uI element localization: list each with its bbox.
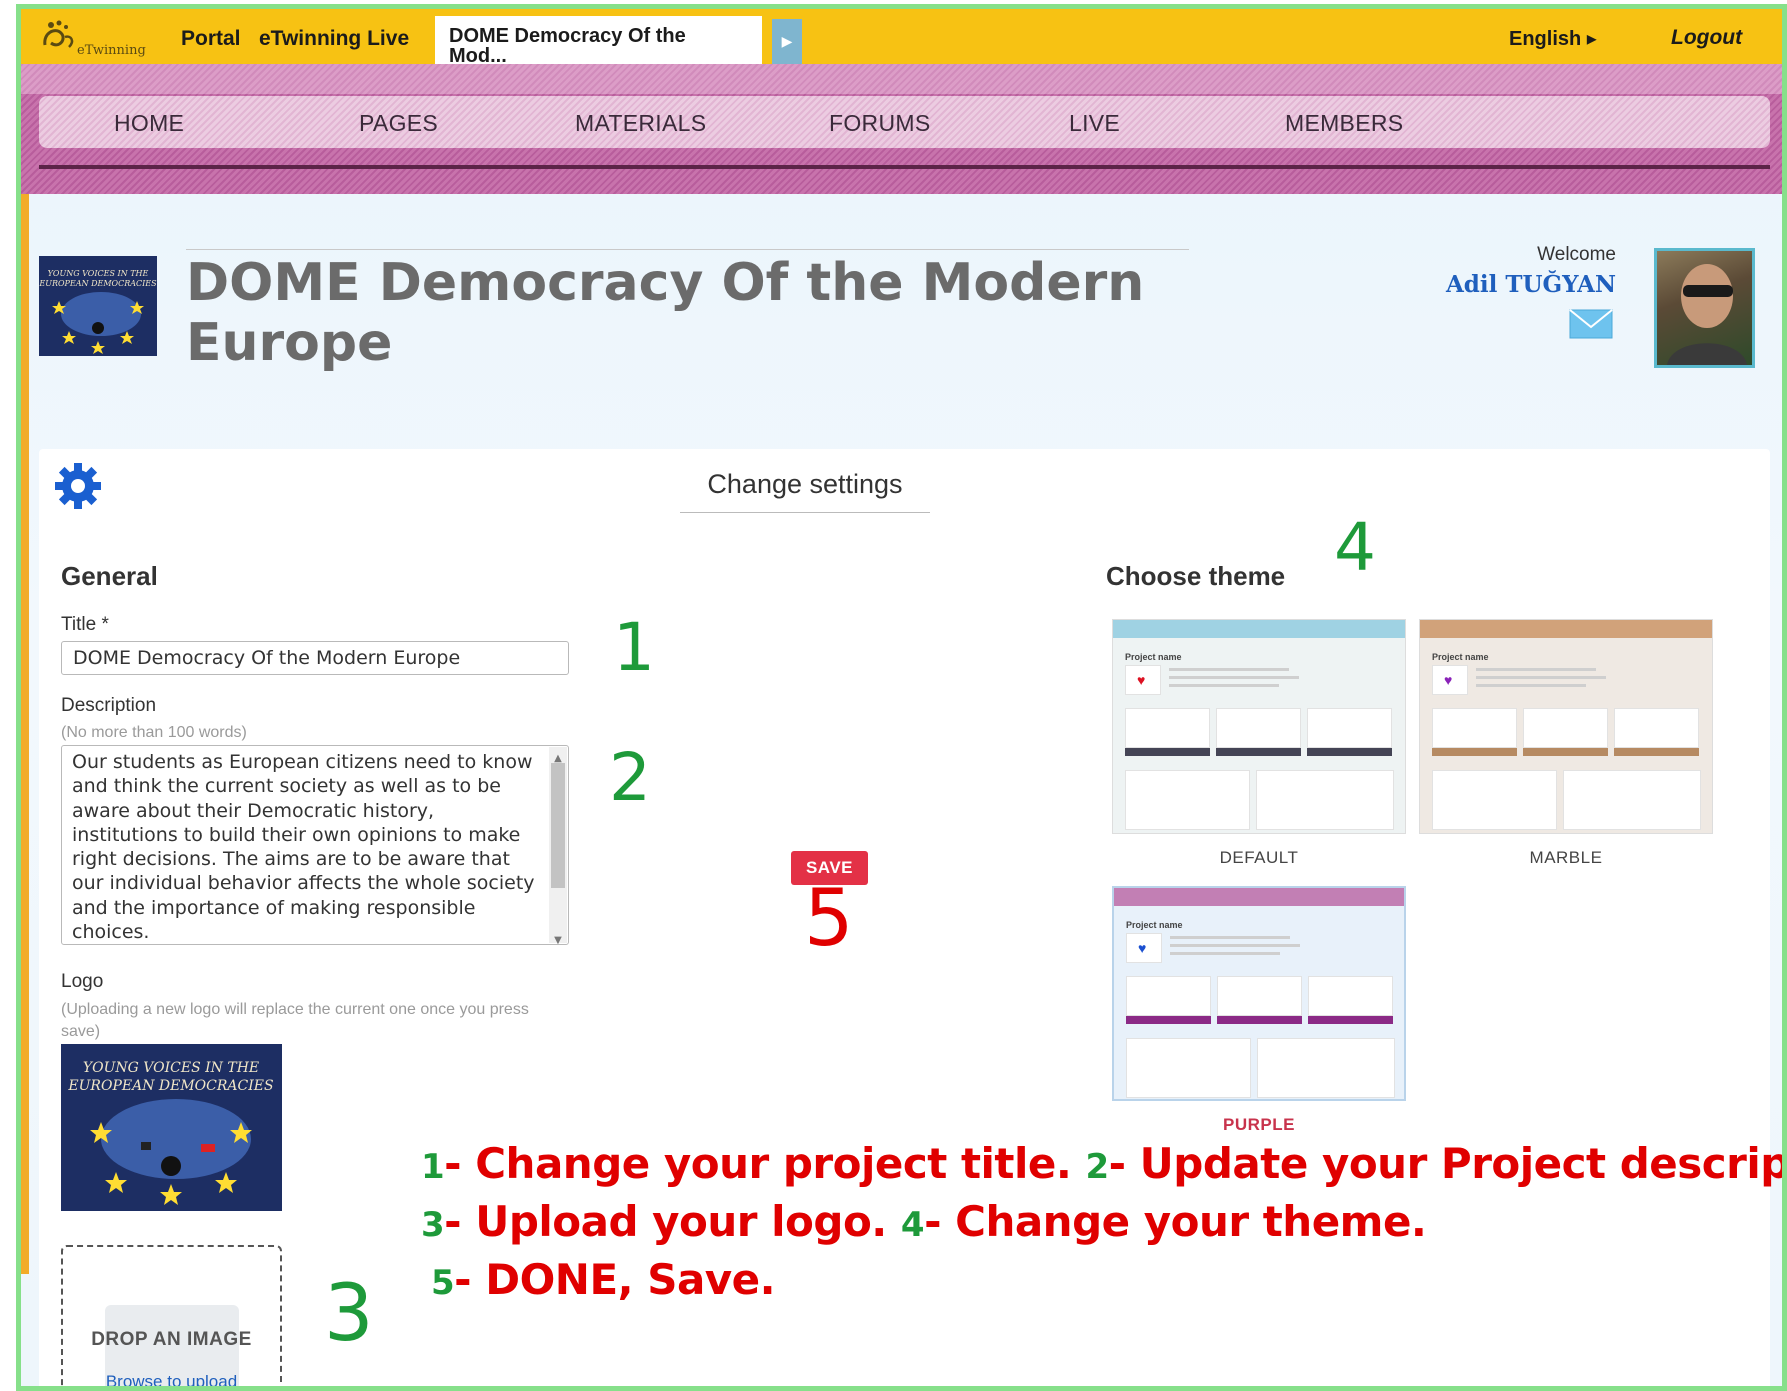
step-number-4: 4	[1334, 509, 1376, 586]
general-heading: General	[61, 561, 158, 591]
image-drop-zone[interactable]: DROP AN IMAGE Browse to upload	[61, 1245, 282, 1386]
drop-image-label: DROP AN IMAGE	[91, 1329, 252, 1350]
step-number-5: 5	[804, 874, 854, 964]
description-hint: (No more than 100 words)	[61, 724, 247, 741]
etwinning-live-link[interactable]: eTwinning Live	[259, 27, 409, 51]
theme-option-marble[interactable]: Project name ♥ MARBLE	[1419, 619, 1713, 868]
description-scrollbar[interactable]: ▲ ▼	[549, 747, 567, 944]
settings-panel: Change settings General Title * Descript…	[39, 449, 1782, 1386]
menu-pages[interactable]: PAGES	[359, 110, 438, 137]
gear-icon	[55, 463, 101, 509]
scroll-up-icon[interactable]: ▲	[549, 747, 567, 764]
instruction-line-2: 3- Upload your logo. 4- Change your them…	[421, 1197, 1427, 1246]
avatar-photo	[1667, 264, 1747, 365]
etwinning-swirl-icon	[43, 20, 74, 48]
theme-preview: Project name ♥	[1419, 619, 1713, 834]
svg-text:YOUNG VOICES IN THE: YOUNG VOICES IN THE	[48, 269, 149, 278]
svg-text:YOUNG VOICES IN THE: YOUNG VOICES IN THE	[83, 1060, 259, 1076]
menu-home[interactable]: HOME	[114, 110, 184, 137]
description-label: Description	[61, 695, 157, 716]
instruction-line-3: 5- DONE, Save.	[431, 1255, 776, 1304]
scroll-down-icon[interactable]: ▼	[549, 929, 567, 944]
theme-option-default[interactable]: Project name ♥ DEFAULT	[1112, 619, 1406, 868]
theme-preview: Project name ♥	[1112, 886, 1406, 1101]
title-input[interactable]	[61, 641, 569, 675]
description-text: Our students as European citizens need t…	[72, 751, 535, 944]
browse-upload-link[interactable]: Browse to upload	[63, 1372, 280, 1386]
theme-option-purple[interactable]: Project name ♥ PURPLE	[1112, 886, 1406, 1135]
theme-name-purple: PURPLE	[1223, 1115, 1295, 1134]
app-window: eTwinning Portal eTwinning Live DOME Dem…	[16, 4, 1787, 1391]
mail-icon[interactable]	[1569, 309, 1613, 339]
tab-project[interactable]: DOME Democracy Of the Mod...	[435, 16, 762, 69]
user-name-link[interactable]: Adil TUĞYAN	[1421, 271, 1616, 298]
top-bar: eTwinning Portal eTwinning Live DOME Dem…	[21, 9, 1782, 69]
project-logo[interactable]: YOUNG VOICES IN THE EUROPEAN DEMOCRACIES	[39, 256, 157, 356]
language-selector[interactable]: English ▸	[1509, 26, 1597, 51]
step-number-3: 3	[324, 1269, 374, 1359]
logo-hint: (Uploading a new logo will replace the c…	[61, 1001, 529, 1040]
logout-link[interactable]: Logout	[1671, 26, 1742, 50]
menu-materials[interactable]: MATERIALS	[575, 110, 706, 137]
svg-text:EUROPEAN DEMOCRACIES: EUROPEAN DEMOCRACIES	[39, 279, 157, 288]
theme-preview: Project name ♥	[1112, 619, 1406, 834]
title-label: Title *	[61, 614, 109, 635]
page-title: DOME Democracy Of the Modern Europe	[186, 253, 1145, 373]
theme-name-default: DEFAULT	[1219, 848, 1299, 867]
scroll-thumb[interactable]	[551, 763, 565, 888]
logo-label: Logo	[61, 971, 104, 992]
menu-live[interactable]: LIVE	[1069, 110, 1120, 137]
nav-band: HOME PAGES MATERIALS FORUMS LIVE MEMBERS	[21, 64, 1782, 194]
theme-name-marble: MARBLE	[1529, 848, 1603, 867]
etwinning-wordmark: eTwinning	[77, 43, 146, 58]
step-number-2: 2	[609, 739, 651, 816]
menu-members[interactable]: MEMBERS	[1285, 110, 1403, 137]
menu-forums[interactable]: FORUMS	[829, 110, 930, 137]
step-number-1: 1	[613, 609, 655, 686]
settings-heading: Change settings	[680, 469, 930, 513]
choose-theme-heading: Choose theme	[1106, 561, 1286, 591]
left-accent-stripe	[21, 149, 29, 1274]
description-textarea[interactable]: Our students as European citizens need t…	[61, 745, 569, 945]
avatar[interactable]	[1654, 248, 1755, 368]
welcome-label: Welcome	[1537, 244, 1616, 265]
instruction-line-1: 1- Change your project title. 2- Update …	[421, 1139, 1787, 1188]
etwinning-logo[interactable]: eTwinning	[39, 17, 159, 61]
main-menu: HOME PAGES MATERIALS FORUMS LIVE MEMBERS	[39, 96, 1770, 148]
current-logo-image: YOUNG VOICES IN THE EUROPEAN DEMOCRACIES	[61, 1044, 282, 1211]
expand-arrow-icon[interactable]: ▶	[772, 19, 802, 64]
title-divider	[186, 249, 1189, 250]
nav-divider	[39, 165, 1770, 169]
svg-text:EUROPEAN DEMOCRACIES: EUROPEAN DEMOCRACIES	[67, 1078, 273, 1094]
portal-link[interactable]: Portal	[181, 27, 241, 51]
